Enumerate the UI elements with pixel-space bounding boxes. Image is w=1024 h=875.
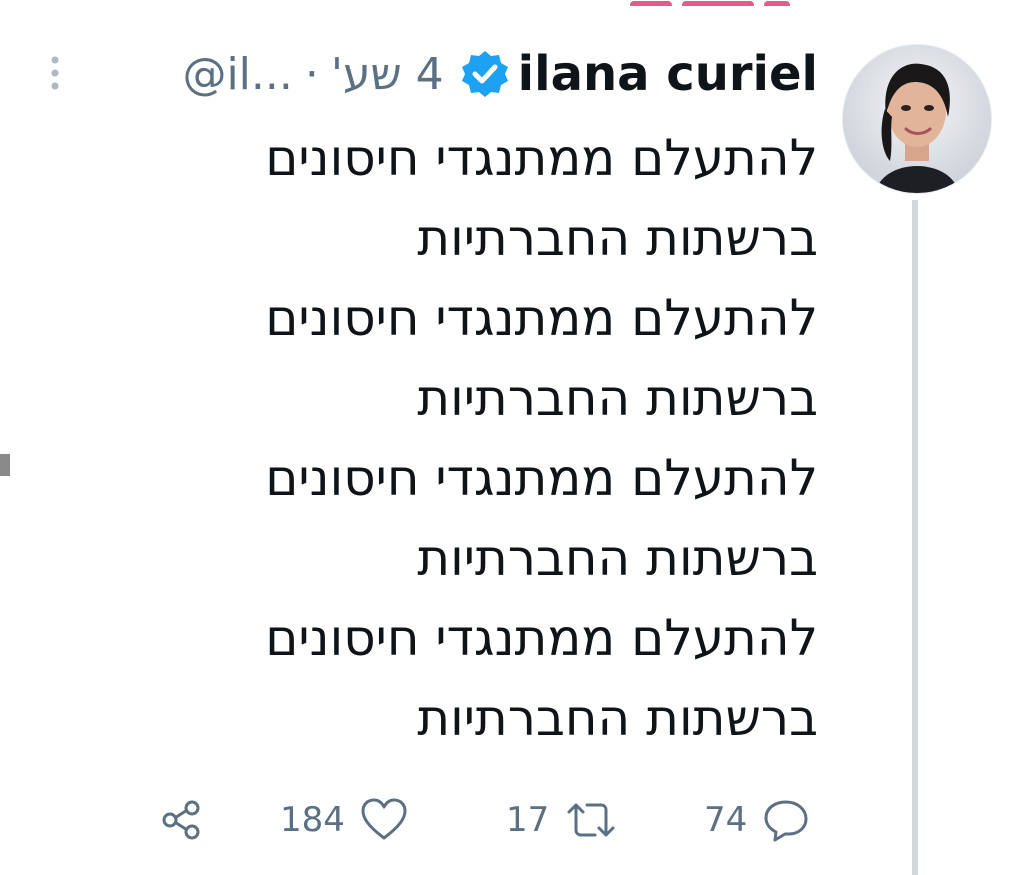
retweet-button[interactable]: 17	[506, 790, 619, 850]
tweet-text-line: להתעלם ממתנגדי חיסונים	[265, 449, 818, 507]
author-handle[interactable]: @il...	[182, 49, 292, 100]
share-icon	[162, 800, 200, 840]
reply-count: 74	[704, 800, 748, 840]
retweet-count: 17	[506, 800, 550, 840]
tweet-meta: @il... · 4 שע'	[182, 49, 443, 100]
tweet-text-line: ברשתות החברתיות	[417, 209, 818, 267]
tweet-header: @il... · 4 שע' ilana curiel	[80, 44, 818, 104]
previous-tweet-action-fragment	[630, 0, 810, 6]
screen-edge-marker	[0, 454, 10, 476]
like-count: 184	[280, 800, 345, 840]
avatar[interactable]	[842, 44, 992, 194]
tweet-text-line: להתעלם ממתנגדי חיסונים	[265, 289, 818, 347]
tweet-text-line: ברשתות החברתיות	[417, 689, 818, 747]
verified-badge-icon	[461, 51, 508, 97]
tweet-text-line: ברשתות החברתיות	[417, 529, 818, 587]
meta-separator: ·	[304, 48, 319, 100]
tweet-text-line: להתעלם ממתנגדי חיסונים	[265, 129, 818, 187]
share-button[interactable]	[158, 790, 206, 850]
more-options-icon[interactable]	[48, 54, 62, 92]
heart-icon	[361, 798, 407, 840]
tweet-text-line: ברשתות החברתיות	[417, 369, 818, 427]
author-display-name[interactable]: ilana curiel	[518, 46, 818, 102]
tweet-text-line: להתעלם ממתנגדי חיסונים	[265, 609, 818, 667]
avatar-image	[843, 45, 991, 193]
tweet-timestamp[interactable]: 4 שע'	[331, 49, 444, 100]
thread-connector-line	[912, 200, 918, 875]
retweet-icon	[567, 803, 615, 837]
reply-icon	[764, 800, 808, 842]
tweet-actions: 184 17 74	[0, 790, 1024, 850]
tweet-text: להתעלם ממתנגדי חיסונים ברשתות החברתיות ל…	[150, 118, 818, 758]
like-button[interactable]: 184	[280, 790, 409, 850]
reply-button[interactable]: 74	[704, 790, 811, 850]
